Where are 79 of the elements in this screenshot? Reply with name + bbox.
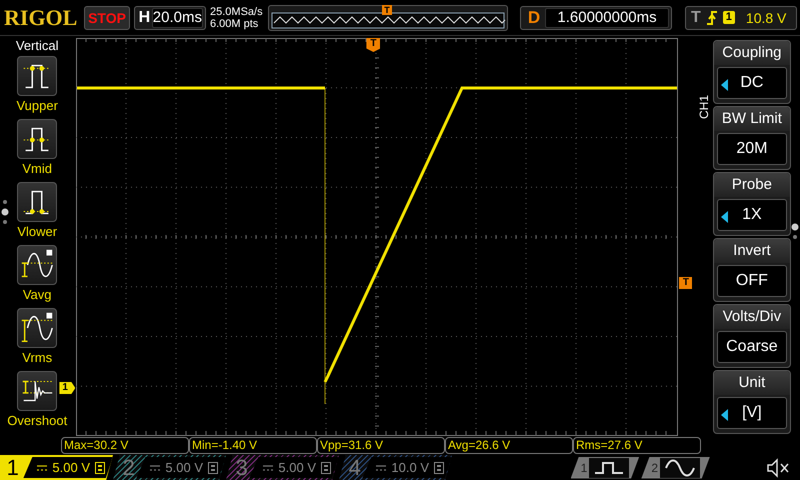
softkey-title: Invert — [714, 239, 790, 263]
measure-button[interactable] — [17, 245, 58, 285]
bandwidth-limit-icon — [95, 462, 105, 474]
measurement-readout: Vpp=31.6 V — [317, 437, 445, 454]
softkey-value: OFF — [736, 272, 768, 290]
edge-icon — [706, 10, 718, 26]
trigger-source-badge: 1 — [722, 11, 735, 24]
measure-button[interactable] — [17, 371, 58, 411]
run-stop-button[interactable]: STOP — [84, 6, 130, 30]
softkey-value: Coarse — [726, 338, 778, 356]
sine-wave-icon — [660, 458, 700, 478]
measure-label: Vupper — [16, 98, 58, 114]
generator-tab[interactable]: 1 — [570, 456, 640, 478]
dc-coupling-icon — [150, 464, 160, 470]
sample-rate: 25.0MSa/s — [210, 6, 264, 18]
dc-coupling-icon — [263, 464, 274, 470]
channel-number: 1 — [6, 455, 20, 480]
measurement-readout: Avg=26.6 V — [445, 437, 573, 454]
measure-button[interactable] — [17, 308, 58, 348]
softkey-value: [V] — [742, 404, 762, 422]
menu-softkey[interactable]: Probe 1X — [712, 172, 791, 236]
timebase-display[interactable]: H 20.0ms — [134, 6, 206, 30]
delay-value: 1.60000000ms — [545, 8, 669, 28]
horizontal-label: H — [138, 8, 152, 26]
softkey-title: Unit — [714, 371, 790, 395]
bandwidth-limit-icon — [208, 462, 218, 474]
softkey-title: BW Limit — [714, 107, 790, 131]
trigger-level-marker[interactable]: T — [679, 277, 692, 289]
trigger-display[interactable]: T 1 10.8 V — [685, 6, 797, 30]
measurement-readout: Rms=27.6 V — [573, 437, 701, 454]
softkey-title: Volts/Div — [714, 305, 790, 329]
dc-coupling-icon — [376, 464, 386, 470]
channel-scale: 5.00 V — [52, 460, 90, 475]
generator-tab[interactable]: 2 — [641, 456, 710, 478]
menu-softkey[interactable]: BW Limit 20M — [712, 106, 791, 170]
softkey-title: Coupling — [714, 41, 790, 65]
channel-scale: 10.0 V — [391, 460, 429, 475]
generator-number: 2 — [651, 460, 658, 474]
menu-softkey[interactable]: Coupling DC — [712, 40, 791, 104]
delay-label: D — [526, 8, 542, 28]
mute-icon[interactable] — [766, 458, 790, 478]
brand-logo: RIGOL — [4, 4, 78, 30]
measure-label: Vrms — [22, 350, 52, 366]
square-wave-icon — [589, 458, 630, 478]
trigger-position-marker[interactable]: T — [366, 38, 380, 52]
channel-offset-marker[interactable]: 1 — [59, 382, 76, 394]
page-indicator-icon — [790, 222, 799, 240]
page-indicator-icon — [1, 199, 9, 225]
softkey-title: Probe — [714, 173, 790, 197]
menu-softkey[interactable]: Unit [V] — [712, 370, 791, 434]
bandwidth-limit-icon — [434, 462, 444, 474]
timebase-value: 20.0ms — [152, 8, 203, 28]
menu-softkey[interactable]: Invert OFF — [712, 238, 791, 302]
menu-softkey[interactable]: Volts/Div Coarse — [712, 304, 791, 368]
measure-button[interactable] — [17, 182, 58, 222]
trigger-level: 10.8 V — [746, 10, 786, 26]
channel-label: CH1 — [697, 95, 712, 119]
measure-label: Vavg — [22, 287, 52, 303]
channel-scale: 5.00 V — [278, 460, 316, 475]
delay-display[interactable]: D 1.60000000ms — [520, 6, 672, 30]
softkey-value: 20M — [736, 140, 768, 158]
trigger-label: T — [691, 8, 701, 26]
measure-button[interactable] — [17, 119, 58, 159]
measure-label: Overshoot — [7, 413, 68, 429]
softkey-value: DC — [740, 74, 764, 92]
bandwidth-limit-icon — [321, 462, 331, 474]
measure-button[interactable] — [17, 56, 58, 96]
measure-label: Vmid — [22, 161, 52, 177]
measurement-readout: Max=30.2 V — [61, 437, 189, 454]
softkey-value: 1X — [742, 206, 762, 224]
channel-scale: 5.00 V — [165, 460, 203, 475]
channel-tab[interactable]: 1 5.00 V — [0, 455, 113, 480]
menu-title: Vertical — [16, 38, 59, 54]
memory-depth: 6.00M pts — [210, 18, 260, 30]
generator-number: 1 — [580, 460, 588, 474]
dc-coupling-icon — [37, 464, 48, 470]
measure-label: Vlower — [17, 224, 58, 240]
trigger-position-marker: T — [382, 4, 392, 14]
measurement-readout: Min=-1.40 V — [189, 437, 317, 454]
